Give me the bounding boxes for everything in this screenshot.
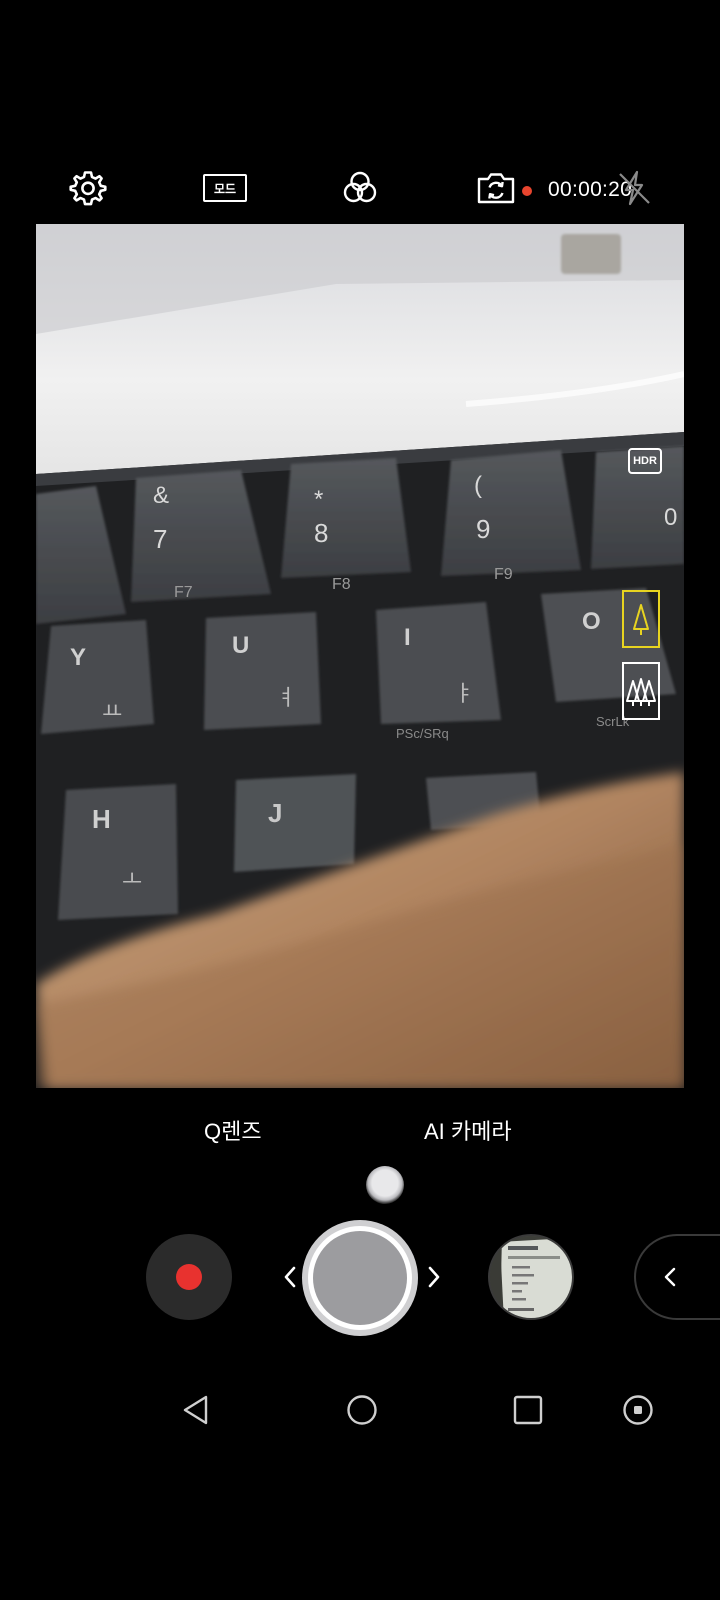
shutter-button[interactable] [302, 1220, 418, 1336]
flash-button[interactable] [612, 166, 656, 210]
keycap-legend: ㅑ [454, 682, 475, 707]
keycap-legend: 7 [153, 524, 168, 554]
gallery-preview-image [490, 1236, 572, 1318]
keycap-legend: F8 [332, 576, 351, 593]
nav-recents-button[interactable] [506, 1388, 550, 1432]
mode-ai-camera[interactable]: AI 카메라 [424, 1114, 512, 1146]
keycap-legend: I [404, 624, 411, 651]
hdr-label: HDR [633, 455, 657, 467]
keycap-legend: Y [70, 644, 87, 671]
viewfinder-preview-image [36, 224, 684, 1088]
keycap-legend: F9 [494, 566, 513, 583]
keycap-legend: O [582, 608, 601, 635]
keycap-legend: H [92, 804, 111, 834]
gear-icon [69, 171, 107, 206]
chevron-left-icon [664, 1267, 676, 1287]
keycap-legend: ( [474, 472, 482, 499]
camera-screen: 모드 00:00:20 & 7 F7 * 8 F8 (9 F9 0 Y ㅛ U… [0, 0, 720, 1600]
nav-back-button[interactable] [174, 1388, 218, 1432]
nav-home-button[interactable] [340, 1388, 384, 1432]
side-drawer-toggle[interactable] [634, 1234, 720, 1320]
top-toolbar: 모드 00:00:20 [0, 160, 720, 216]
back-triangle-icon [183, 1395, 208, 1425]
system-nav-bar [0, 1380, 720, 1440]
scene-wide-button[interactable] [622, 662, 660, 720]
flash-off-icon [619, 170, 650, 206]
shutter-ring [308, 1226, 412, 1330]
keycap-legend: & [153, 482, 170, 509]
filter-button[interactable] [338, 166, 382, 210]
keycap-legend: * [314, 486, 324, 513]
keycap-legend: F7 [174, 584, 193, 601]
keycap-legend: PSc/SRq [396, 726, 449, 741]
filter-circles-icon [343, 171, 377, 203]
settings-button[interactable] [66, 166, 110, 210]
record-button[interactable] [146, 1234, 232, 1320]
capture-dot-icon [623, 1395, 653, 1425]
mode-q-lens[interactable]: Q렌즈 [204, 1114, 262, 1146]
keycap-legend: 0 [664, 504, 678, 531]
keycap-legend: ㅛ [102, 700, 123, 725]
keycap-legend: ㅕ [276, 686, 297, 711]
keycap-legend: U [232, 632, 250, 659]
gallery-thumbnail[interactable] [488, 1234, 574, 1320]
single-tree-icon [633, 604, 649, 635]
home-circle-icon [347, 1395, 377, 1425]
zoom-handle[interactable] [366, 1166, 404, 1204]
recent-square-icon [513, 1395, 543, 1425]
keycap-legend: J [268, 798, 283, 828]
record-icon [176, 1264, 202, 1290]
camera-switch-icon [477, 173, 515, 204]
keycap-legend: 9 [476, 514, 491, 544]
hdr-toggle[interactable]: HDR [628, 448, 662, 474]
mode-label: 모드 [213, 181, 237, 196]
keycap-legend: ㅗ [122, 868, 143, 893]
scene-close-button[interactable] [622, 590, 660, 648]
mode-icon: 모드 [203, 174, 247, 202]
recording-indicator [522, 186, 532, 196]
mode-button[interactable]: 모드 [202, 166, 248, 210]
chevron-right-icon[interactable] [424, 1262, 444, 1298]
keycap-legend: 8 [314, 518, 329, 548]
camera-viewfinder[interactable]: & 7 F7 * 8 F8 ( 9 F9 0 Y ㅛ U ㅕ I ㅑ PSc/S… [36, 224, 684, 1088]
forest-icon [626, 678, 656, 706]
shutter-core [313, 1231, 407, 1325]
nav-capture-button[interactable] [616, 1388, 660, 1432]
chevron-left-icon[interactable] [280, 1262, 300, 1298]
switch-camera-button[interactable] [474, 166, 518, 210]
